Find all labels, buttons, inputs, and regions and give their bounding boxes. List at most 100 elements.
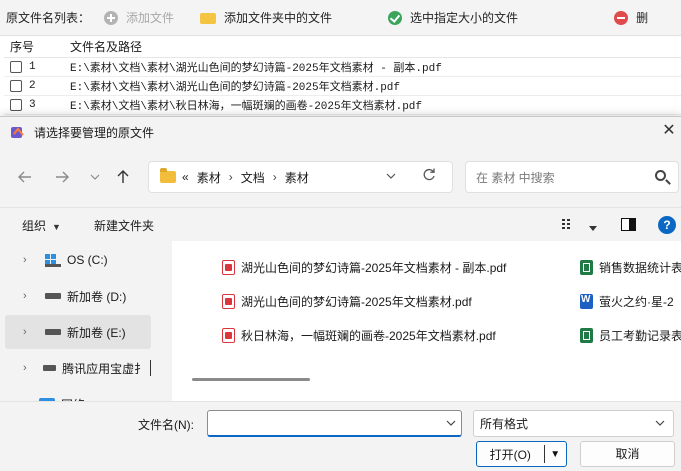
excel-file-icon — [580, 259, 593, 275]
add-folder-files-button[interactable]: 添加文件夹中的文件 — [200, 9, 332, 26]
address-overflow[interactable]: « — [182, 170, 189, 184]
file-item[interactable]: 员工考勤记录表 — [580, 324, 681, 346]
drive-icon — [45, 293, 61, 299]
filename-input[interactable] — [207, 410, 462, 437]
select-by-size-label: 选中指定大小的文件 — [410, 11, 519, 25]
row-checkbox[interactable] — [10, 80, 22, 92]
nav-item-os-c[interactable]: › OS (C:) — [5, 243, 151, 277]
table-header: 序号 文件名及路径 — [4, 36, 681, 58]
open-options-dropdown[interactable]: ▼ — [544, 449, 566, 460]
app-logo-icon — [11, 126, 26, 139]
horizontal-scrollbar[interactable] — [192, 378, 310, 381]
text-cursor — [150, 360, 151, 376]
dialog-title-bar: 请选择要管理的原文件 ✕ — [0, 117, 681, 147]
column-header-path: 文件名及路径 — [70, 40, 143, 54]
column-header-num: 序号 — [10, 40, 35, 54]
row-path: E:\素材\文档\素材\湖光山色间的梦幻诗篇-2025年文档素材.pdf — [70, 82, 401, 94]
filename-label: 文件名(N): — [138, 418, 194, 432]
caret-down-icon: ▼ — [52, 222, 61, 232]
search-box[interactable]: 在 素材 中搜索 — [465, 161, 679, 193]
check-icon — [388, 10, 403, 25]
arrow-left-icon — [18, 171, 31, 183]
organize-menu[interactable]: 组织 ▼ — [22, 217, 61, 234]
cancel-button[interactable]: 取消 — [580, 441, 675, 467]
file-name: 萤火之约·星-2 — [599, 294, 674, 309]
recent-locations-button[interactable] — [82, 164, 108, 190]
row-number: 3 — [29, 99, 36, 111]
search-icon — [655, 170, 666, 181]
breadcrumb-item[interactable]: 文档 — [241, 169, 265, 186]
file-list-pane: 湖光山色间的梦幻诗篇-2025年文档素材 - 副本.pdf 湖光山色间的梦幻诗篇… — [172, 241, 681, 401]
remove-button[interactable]: 删 — [614, 9, 648, 26]
view-options-button[interactable] — [562, 218, 576, 233]
nav-item-label: 腾讯应用宝虚扌 — [62, 361, 147, 376]
drive-icon — [45, 329, 61, 335]
file-table: 序号 文件名及路径 1 E:\素材\文档\素材\湖光山色间的梦幻诗篇-2025年… — [4, 36, 681, 116]
close-button[interactable]: ✕ — [659, 121, 679, 141]
add-file-button[interactable]: 添加文件 — [104, 9, 174, 26]
filename-history-dropdown[interactable] — [446, 417, 456, 429]
open-button[interactable]: 打开(O) ▼ — [476, 441, 567, 467]
select-by-size-button[interactable]: 选中指定大小的文件 — [388, 9, 518, 26]
nav-item-network[interactable]: › 网络 — [0, 387, 146, 401]
chevron-right-icon: › — [23, 362, 27, 374]
app-toolbar: 原文件名列表： 添加文件 添加文件夹中的文件 选中指定大小的文件 删 — [0, 0, 681, 36]
remove-label: 删 — [636, 11, 649, 25]
up-button[interactable] — [110, 164, 136, 190]
nav-item-drive-e[interactable]: › 新加卷 (E:) — [5, 315, 151, 349]
new-folder-button[interactable]: 新建文件夹 — [94, 217, 154, 234]
chevron-down-icon — [386, 173, 396, 179]
refresh-button[interactable] — [422, 167, 436, 184]
nav-item-tencent-drive[interactable]: › 腾讯应用宝虚扌 — [5, 351, 151, 385]
breadcrumb-item[interactable]: 素材 — [285, 169, 309, 186]
chevron-right-icon: › — [23, 254, 27, 266]
file-item[interactable]: 销售数据统计表 — [580, 256, 681, 278]
nav-item-label: 新加卷 (D:) — [67, 289, 127, 304]
view-list-icon — [562, 219, 570, 229]
view-options-dropdown[interactable] — [589, 220, 597, 234]
open-file-dialog: 请选择要管理的原文件 ✕ « 素材 › 文档 › 素材 在 素材 中搜索 组织 … — [0, 116, 681, 471]
navigation-bar: « 素材 › 文档 › 素材 在 素材 中搜索 — [0, 155, 681, 201]
row-number: 1 — [29, 61, 36, 73]
breadcrumb-item[interactable]: 素材 — [197, 169, 221, 186]
search-placeholder: 在 素材 中搜索 — [476, 170, 555, 185]
address-dropdown[interactable] — [386, 170, 396, 182]
file-name: 员工考勤记录表 — [599, 328, 681, 343]
file-item[interactable]: 萤火之约·星-2 — [580, 290, 674, 312]
arrow-right-icon — [56, 171, 69, 183]
row-path: E:\素材\文档\素材\秋日林海，一幅斑斓的画卷-2025年文档素材.pdf — [70, 101, 423, 113]
arrow-up-icon — [117, 170, 129, 183]
remove-icon — [614, 10, 629, 25]
file-type-value: 所有格式 — [480, 417, 529, 431]
pdf-file-icon — [222, 327, 235, 343]
dialog-footer: 文件名(N): 所有格式 打开(O) ▼ 取消 — [0, 401, 681, 471]
row-number-cell: 3 — [4, 99, 66, 111]
row-number: 2 — [29, 80, 36, 92]
row-number-cell: 2 — [4, 80, 66, 92]
row-checkbox[interactable] — [10, 61, 22, 73]
add-file-label: 添加文件 — [126, 11, 175, 25]
command-bar: 组织 ▼ 新建文件夹 ? — [0, 207, 681, 241]
table-row[interactable]: 3 E:\素材\文档\素材\秋日林海，一幅斑斓的画卷-2025年文档素材.pdf — [4, 96, 681, 115]
file-item[interactable]: 湖光山色间的梦幻诗篇-2025年文档素材 - 副本.pdf — [222, 256, 506, 278]
row-checkbox[interactable] — [10, 99, 22, 111]
file-type-select[interactable]: 所有格式 — [473, 410, 674, 437]
file-item[interactable]: 秋日林海，一幅斑斓的画卷-2025年文档素材.pdf — [222, 324, 496, 346]
row-number-cell: 1 — [4, 61, 66, 73]
chevron-down-icon — [655, 417, 665, 429]
add-icon — [104, 10, 119, 25]
help-button[interactable]: ? — [658, 216, 676, 234]
address-bar[interactable]: « 素材 › 文档 › 素材 — [148, 161, 453, 193]
file-list-label: 原文件名列表： — [6, 11, 91, 25]
excel-file-icon — [580, 327, 593, 343]
breadcrumb-separator: › — [228, 170, 233, 184]
chevron-right-icon: › — [23, 290, 27, 302]
back-button[interactable] — [12, 164, 38, 190]
file-item[interactable]: 湖光山色间的梦幻诗篇-2025年文档素材.pdf — [222, 290, 472, 312]
table-row[interactable]: 1 E:\素材\文档\素材\湖光山色间的梦幻诗篇-2025年文档素材 - 副本.… — [4, 58, 681, 77]
file-name: 湖光山色间的梦幻诗篇-2025年文档素材 - 副本.pdf — [241, 260, 507, 275]
nav-item-drive-d[interactable]: › 新加卷 (D:) — [5, 279, 151, 313]
preview-pane-button[interactable] — [621, 218, 636, 234]
table-row[interactable]: 2 E:\素材\文档\素材\湖光山色间的梦幻诗篇-2025年文档素材.pdf — [4, 77, 681, 96]
forward-button[interactable] — [49, 164, 75, 190]
